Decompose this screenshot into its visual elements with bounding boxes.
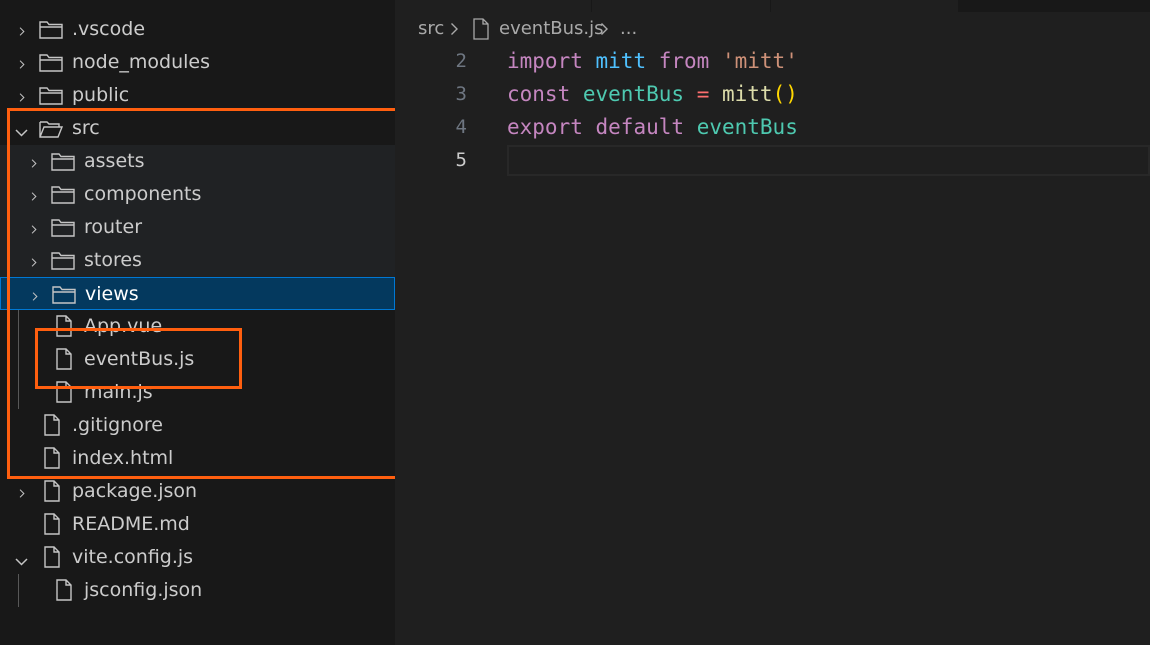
line-number: 5 xyxy=(455,149,467,171)
line-number: 4 xyxy=(455,116,467,138)
tree-item-readme-md[interactable]: README.md xyxy=(0,508,395,541)
code-token: eventBus xyxy=(696,115,798,139)
breadcrumb-file[interactable]: eventBus.js xyxy=(499,12,604,46)
annotation-box-eventbus xyxy=(35,328,242,389)
code-line[interactable]: export default eventBus xyxy=(507,111,798,144)
chevron-right-icon xyxy=(451,23,458,35)
annotation-box-src xyxy=(7,108,395,479)
code-token: eventBus xyxy=(582,82,685,106)
tree-item-vite-config-js[interactable]: vite.config.js xyxy=(0,541,395,574)
tree-item-jsconfig-json[interactable]: jsconfig.json xyxy=(0,574,395,607)
code-token: = xyxy=(696,82,710,106)
chevron-right-icon[interactable] xyxy=(19,23,28,36)
tree-item-label: jsconfig.json xyxy=(84,579,203,601)
chevron-right-icon[interactable] xyxy=(19,89,28,102)
tree-item-package-json[interactable]: package.json xyxy=(0,475,395,508)
code-token: mitt xyxy=(722,82,773,106)
file-icon xyxy=(55,579,79,601)
tree-item-label: vite.config.js xyxy=(72,546,194,568)
code-line[interactable]: import mitt from 'mitt' xyxy=(507,45,798,78)
tree-item-node-modules[interactable]: node_modules xyxy=(0,46,395,79)
chevron-down-icon[interactable] xyxy=(15,553,28,566)
breadcrumb-more[interactable]: ... xyxy=(620,12,637,46)
chevron-right-icon xyxy=(601,23,608,35)
folder-icon xyxy=(39,86,63,106)
code-token: default xyxy=(595,115,685,139)
folder-icon xyxy=(39,20,63,40)
file-icon xyxy=(43,546,67,568)
tree-item-label: node_modules xyxy=(72,51,211,73)
code-token: export xyxy=(507,115,583,139)
code-token: import xyxy=(507,49,583,73)
tree-item-label: package.json xyxy=(72,480,198,502)
code-token: mitt xyxy=(595,49,647,73)
breadcrumb-folder[interactable]: src xyxy=(418,12,444,46)
line-number: 3 xyxy=(455,83,467,105)
code-line[interactable]: const eventBus = mitt() xyxy=(507,78,798,111)
tree-item-vscode[interactable]: .vscode xyxy=(0,13,395,46)
file-icon xyxy=(473,18,489,40)
code-token: 'mitt' xyxy=(721,49,798,73)
breadcrumb: src eventBus.js ... xyxy=(395,12,1150,46)
editor-pane[interactable]: src eventBus.js ... 2 import mitt from 'm… xyxy=(395,0,1150,645)
chevron-right-icon[interactable] xyxy=(19,56,28,69)
tree-item-label: .vscode xyxy=(72,18,146,40)
code-token: const xyxy=(507,82,571,106)
tab-bar xyxy=(395,0,1150,12)
code-token: () xyxy=(772,82,798,106)
folder-icon xyxy=(39,53,63,73)
chevron-right-icon[interactable] xyxy=(19,485,28,498)
code-token: from xyxy=(658,49,710,73)
current-line-highlight xyxy=(507,145,1150,176)
tree-item-label: README.md xyxy=(72,513,190,535)
file-icon xyxy=(43,480,67,502)
file-icon xyxy=(43,513,67,535)
explorer-sidebar: .vscode node_modules public src assets compon… xyxy=(0,0,395,645)
line-number: 2 xyxy=(455,50,467,72)
